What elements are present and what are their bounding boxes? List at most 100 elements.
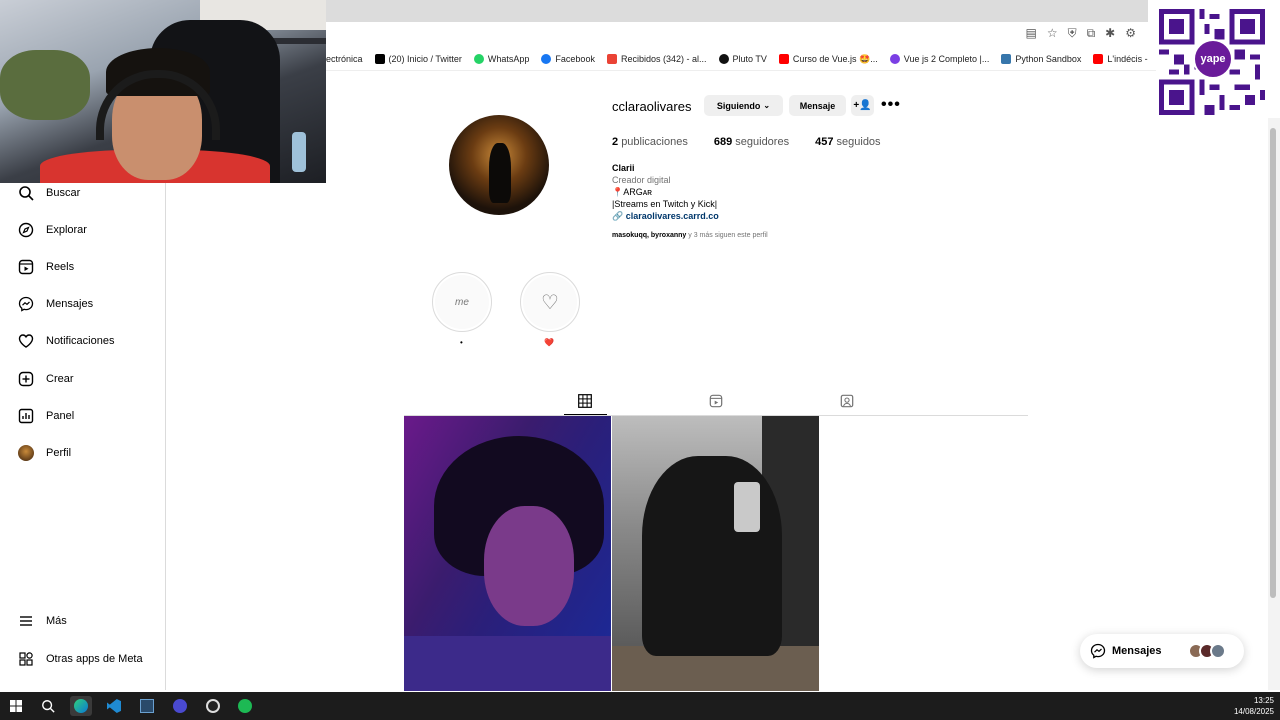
profile-category: Creador digital xyxy=(612,175,671,185)
bookmark-label: Vue js 2 Completo |... xyxy=(903,54,990,64)
post-thumbnail[interactable] xyxy=(612,416,819,691)
bookmark-item[interactable]: WhatsApp xyxy=(473,54,529,64)
heart-icon xyxy=(18,333,34,349)
heart-icon: ♡ xyxy=(523,275,577,329)
profile-display-name: Clarii xyxy=(612,163,635,173)
followers-stat[interactable]: 689 seguidores xyxy=(714,136,789,148)
options-button[interactable]: ••• xyxy=(881,96,901,114)
active-tab-indicator xyxy=(564,414,607,415)
bio-line-streams: |Streams en Twitch y Kick| xyxy=(612,199,718,209)
clock-time: 13:25 xyxy=(1253,696,1274,705)
messages-pill[interactable]: Mensajes xyxy=(1080,634,1244,668)
sidebar-item-explore[interactable]: Explorar xyxy=(18,220,87,240)
sidebar-item-label: Perfil xyxy=(46,447,72,459)
webcam-overlay xyxy=(0,0,326,183)
python-icon xyxy=(1001,54,1012,64)
bookmark-item[interactable]: Recibidos (342) - al... xyxy=(606,54,707,64)
sidebar-item-label: Mensajes xyxy=(46,298,94,310)
post-image-face xyxy=(484,506,574,626)
edge-browser-icon[interactable] xyxy=(70,696,92,716)
following-label: seguidos xyxy=(836,136,881,148)
bookmark-label: L'indécis - Full Perfo... xyxy=(1107,54,1148,64)
message-button-label: Mensaje xyxy=(799,100,836,111)
bookmark-item[interactable]: Curso de Vue.js 🤩... xyxy=(778,54,878,65)
sidebar-item-dashboard[interactable]: Panel xyxy=(18,406,74,426)
posts-count: 2 xyxy=(612,136,619,148)
reels-icon xyxy=(18,259,34,275)
sidebar-item-create[interactable]: Crear xyxy=(18,369,74,389)
favorite-star-icon[interactable]: ☆ xyxy=(1047,26,1058,41)
taskbar-search-icon[interactable] xyxy=(37,696,59,716)
sidebar-item-more[interactable]: Más xyxy=(18,611,67,631)
bookmark-item[interactable]: Pluto TV xyxy=(718,54,767,64)
tab-tagged[interactable] xyxy=(836,390,858,412)
following-button[interactable]: Siguiendo ⌄ xyxy=(704,95,783,116)
tab-reels[interactable] xyxy=(705,390,727,412)
suggest-users-button[interactable]: +👤 xyxy=(851,95,874,116)
bookmarks-bar: ectrónica (20) Inicio / Twitter WhatsApp… xyxy=(326,49,1148,69)
youtube-icon xyxy=(778,54,789,64)
obs-studio-icon[interactable] xyxy=(202,696,224,716)
sidebar-item-label: Más xyxy=(46,615,67,627)
sidebar-item-meta-apps[interactable]: Otras apps de Meta xyxy=(18,649,143,669)
story-highlight[interactable]: ♡ xyxy=(520,272,580,332)
sidebar-item-reels[interactable]: Reels xyxy=(18,257,74,277)
profile-stats: 2 publicaciones 689 seguidores 457 segui… xyxy=(612,136,881,148)
posts-stat: 2 publicaciones xyxy=(612,136,688,148)
post-image-person xyxy=(642,456,782,656)
messenger-icon xyxy=(18,296,34,312)
post-thumbnail[interactable] xyxy=(404,416,611,691)
grid-icon xyxy=(578,394,592,408)
bookmark-item[interactable]: Python Sandbox xyxy=(1001,54,1081,64)
taskbar-clock[interactable]: 13:25 14/08/2025 xyxy=(1234,695,1274,717)
settings-icon[interactable]: ⚙ xyxy=(1125,26,1136,41)
link-icon: 🔗 xyxy=(612,211,624,221)
bookmark-item[interactable]: L'indécis - Full Perfo... xyxy=(1093,54,1148,64)
highlight-label: • xyxy=(460,338,463,347)
search-icon xyxy=(18,185,34,201)
following-stat[interactable]: 457 seguidos xyxy=(815,136,880,148)
app-icon[interactable] xyxy=(136,696,158,716)
sidebar-item-profile[interactable]: Perfil xyxy=(18,443,71,463)
message-button[interactable]: Mensaje xyxy=(789,95,846,116)
sidebar-item-notifications[interactable]: Notificaciones xyxy=(18,331,114,351)
clock-date: 14/08/2025 xyxy=(1233,707,1274,716)
sidebar-item-label: Reels xyxy=(46,261,75,273)
address-bar-actions: ▤ ☆ ⛨ ⧉ ✱ ⚙ xyxy=(1025,26,1136,41)
bookmark-item[interactable]: (20) Inicio / Twitter xyxy=(374,54,462,64)
vscode-icon[interactable] xyxy=(103,696,125,716)
obs-icon[interactable] xyxy=(169,696,191,716)
shield-icon[interactable]: ⛨ xyxy=(1068,26,1077,41)
bookmark-label: Pluto TV xyxy=(732,54,767,64)
dashboard-icon xyxy=(18,408,34,424)
scrollbar-thumb[interactable] xyxy=(1270,128,1276,598)
posts-label: publicaciones xyxy=(621,136,688,148)
udemy-icon xyxy=(889,54,900,64)
bookmark-item[interactable]: Vue js 2 Completo |... xyxy=(889,54,990,64)
followed-by[interactable]: masokuqq, byroxanny y 3 más siguen este … xyxy=(612,232,768,239)
tab-posts[interactable] xyxy=(574,390,596,412)
page-scrollbar[interactable] xyxy=(1268,118,1280,690)
sidebar-item-label: Notificaciones xyxy=(46,335,115,347)
youtube-icon xyxy=(1093,54,1104,64)
bookmark-item[interactable]: Facebook xyxy=(541,54,595,64)
plus-square-icon xyxy=(18,371,34,387)
avatar xyxy=(1210,643,1226,659)
extensions-icon[interactable]: ⧉ xyxy=(1087,26,1096,41)
sidebar-item-messages[interactable]: Mensajes xyxy=(18,294,93,314)
facebook-icon xyxy=(541,54,552,64)
reels-icon xyxy=(709,394,723,408)
story-highlight[interactable]: me xyxy=(432,272,492,332)
bookmark-item[interactable]: ectrónica xyxy=(326,54,363,64)
bio-link-row[interactable]: 🔗 claraolivares.carrd.co xyxy=(612,210,719,222)
split-screen-icon[interactable]: ▤ xyxy=(1025,26,1036,41)
bio-link[interactable]: claraolivares.carrd.co xyxy=(626,211,719,221)
sidebar-item-label: Panel xyxy=(46,410,75,422)
profile-avatar[interactable] xyxy=(449,115,549,215)
puzzle-icon[interactable]: ✱ xyxy=(1105,26,1115,41)
profile-username: cclaraolivares xyxy=(612,99,692,114)
windows-start-icon[interactable] xyxy=(5,696,27,716)
spotify-icon[interactable] xyxy=(234,696,256,716)
chevron-down-icon: ⌄ xyxy=(763,101,771,110)
sidebar-item-search[interactable]: Buscar xyxy=(18,183,80,203)
